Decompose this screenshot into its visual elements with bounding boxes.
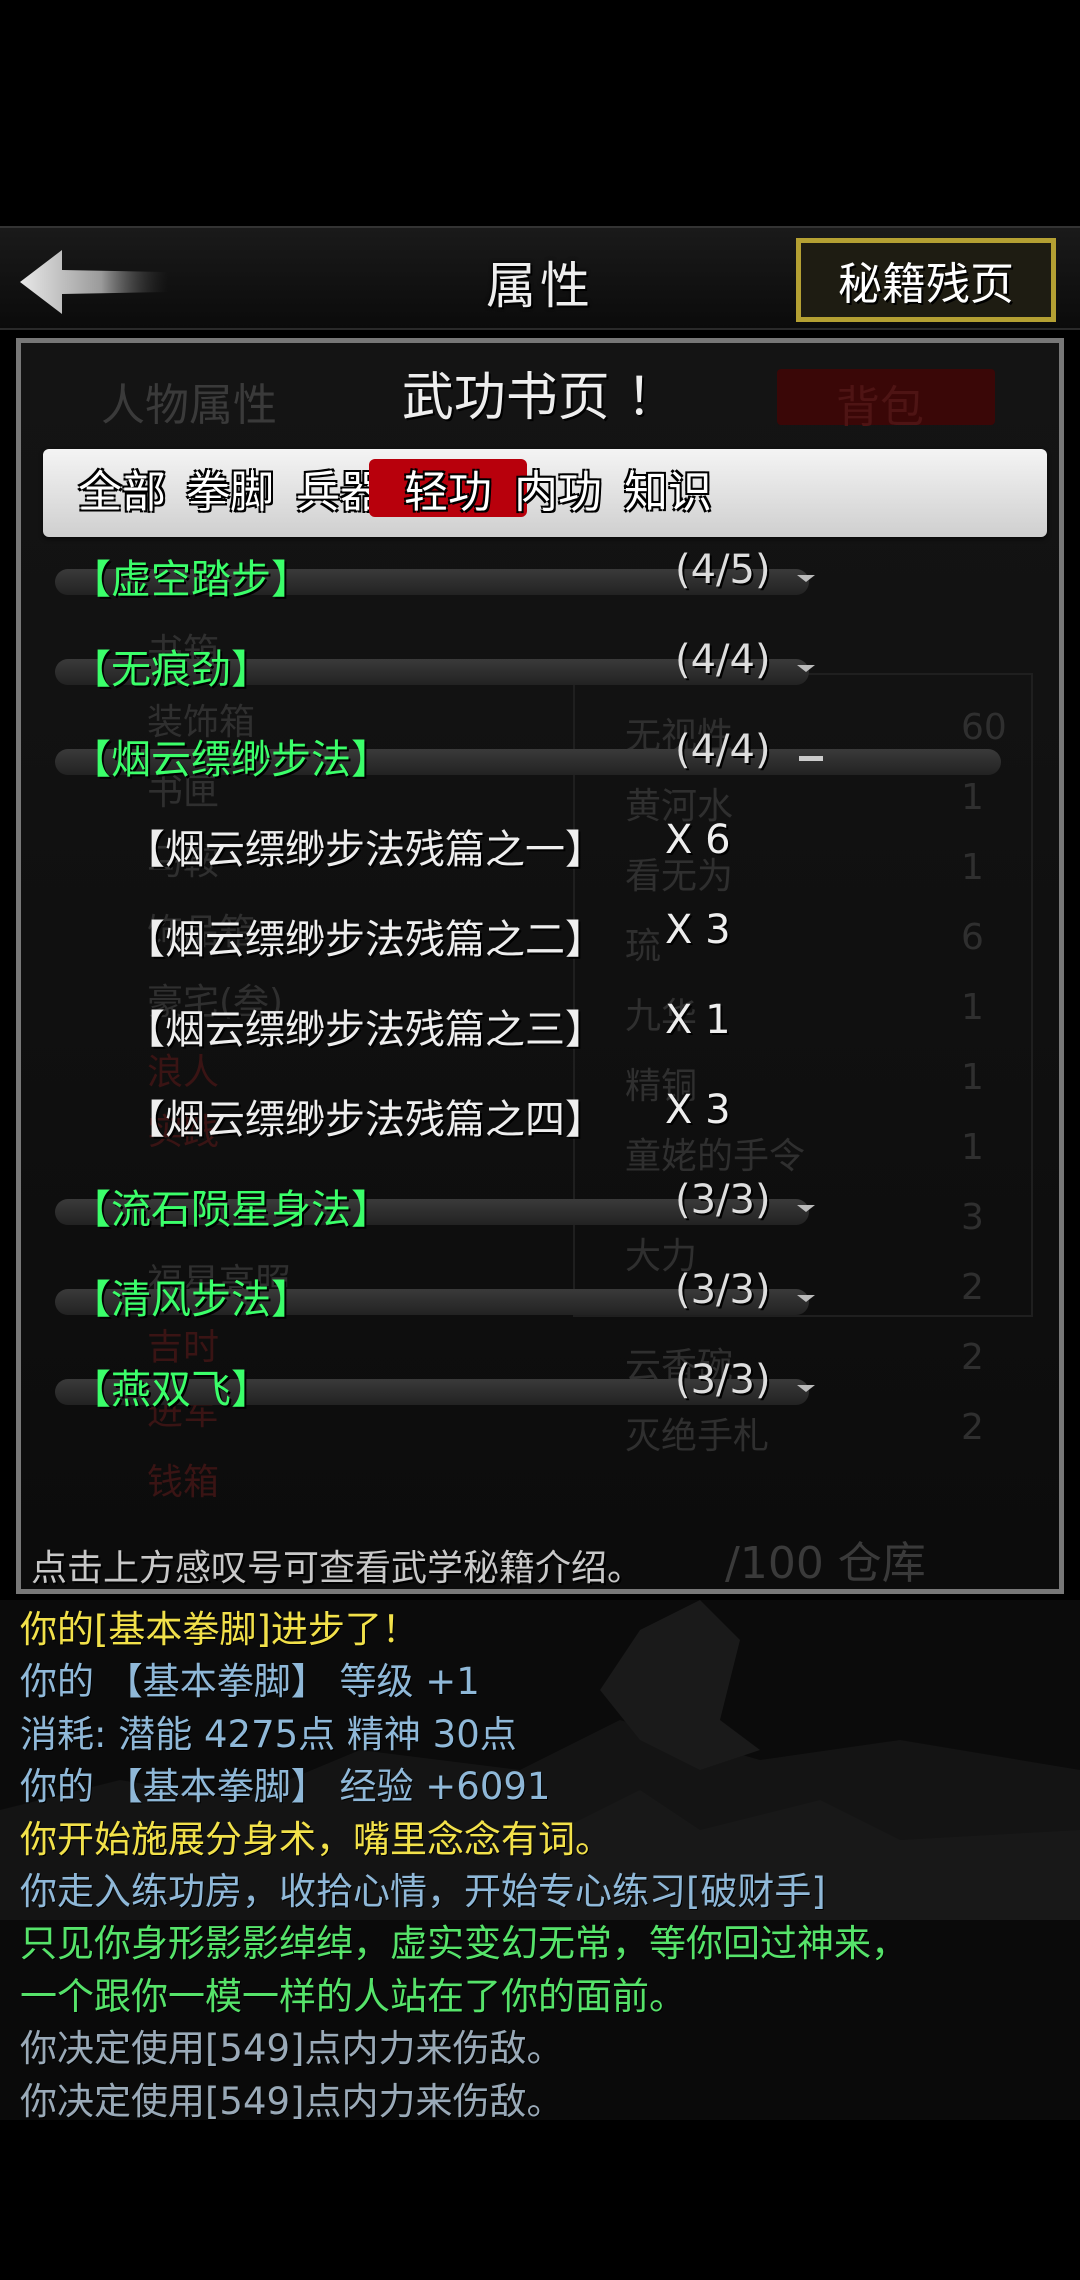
bg-right-item: 童姥的手令 — [625, 1136, 806, 1177]
skill-row[interactable]: 【燕双飞】 (3/3) — [55, 1357, 1055, 1417]
bg-right-count: 1 — [961, 1127, 984, 1168]
skill-name: 【虚空踏步】 — [71, 557, 311, 603]
secret-pages-button[interactable]: 秘籍残页 — [796, 238, 1056, 322]
page-item-qty: X 3 — [665, 1087, 731, 1133]
chevron-down-icon[interactable] — [795, 1291, 817, 1305]
tab-knowledge[interactable]: 知识 — [589, 459, 747, 518]
page-item: 【烟云缥缈步法残篇之二】 — [125, 907, 605, 967]
skill-name: 【清风步法】 — [71, 1277, 311, 1323]
skill-row[interactable]: 【虚空踏步】 (4/5) — [55, 547, 1055, 607]
skill-count: (4/4) — [675, 637, 771, 683]
bg-right-count: 1 — [961, 987, 984, 1028]
log-lines: 你的[基本拳脚]进步了！ 你的 【基本拳脚】 等级 +1 消耗: 潜能 4275… — [20, 1604, 908, 2120]
skill-count: (3/3) — [675, 1267, 771, 1313]
skill-row[interactable]: 【流石陨星身法】 (3/3) — [55, 1177, 1055, 1237]
panel-title: 武功书页 ！ — [21, 355, 1059, 430]
log-line: 只见你身形影影绰绰，虚实变幻无常，等你回过神来， — [20, 1922, 908, 1966]
page-item-name: 【烟云缥缈步法残篇之一】 — [125, 827, 605, 873]
skill-name: 【燕双飞】 — [71, 1367, 271, 1413]
bg-left-item: 钱箱 — [147, 1462, 220, 1503]
minus-icon[interactable] — [797, 751, 823, 765]
log-line: 你的[基本拳脚]进步了！ — [20, 1608, 419, 1651]
app-root: 属性 秘籍残页 人物属性 背包 书箱 装饰箱 书匣 马鞍 饰品箱 豪宅(叁) 浪… — [0, 0, 1080, 2280]
info-exclamation-button[interactable]: ！ — [626, 368, 678, 428]
page-item-qty: X 3 — [665, 907, 731, 953]
log-line: 你决定使用[549]点内力来伤敌。 — [20, 2079, 564, 2120]
bg-right-count: 6 — [961, 917, 984, 958]
skill-name: 【无痕劲】 — [71, 647, 271, 693]
chevron-down-icon[interactable] — [795, 1201, 817, 1215]
page-item: 【烟云缥缈步法残篇之一】 — [125, 817, 605, 877]
log-line: 消耗: 潜能 4275点 精神 30点 — [20, 1712, 517, 1756]
log-line: 一个跟你一模一样的人站在了你的面前。 — [20, 1974, 686, 2018]
bg-right-count: 1 — [961, 1057, 984, 1098]
skill-row[interactable]: 【无痕劲】 (4/4) — [55, 637, 1055, 697]
panel-title-text: 武功书页 — [401, 368, 610, 428]
chevron-down-icon[interactable] — [795, 661, 817, 675]
skill-count: (4/4) — [675, 727, 771, 773]
page-item: 【烟云缥缈步法残篇之四】 — [125, 1087, 605, 1147]
message-log: 你的[基本拳脚]进步了！ 你的 【基本拳脚】 等级 +1 消耗: 潜能 4275… — [0, 1600, 1080, 2120]
top-bar: 属性 秘籍残页 — [0, 226, 1080, 330]
bg-storage-label: /100 仓库 — [725, 1538, 926, 1589]
skill-count: (4/5) — [675, 547, 771, 593]
skill-row-expanded[interactable]: 【烟云缥缈步法】 (4/4) — [55, 727, 1055, 787]
chevron-down-icon[interactable] — [795, 571, 817, 585]
skill-count: (3/3) — [675, 1177, 771, 1223]
martial-pages-panel: 人物属性 背包 书箱 装饰箱 书匣 马鞍 饰品箱 豪宅(叁) 浪人 实践 福星高… — [16, 338, 1064, 1594]
skill-row[interactable]: 【清风步法】 (3/3) — [55, 1267, 1055, 1327]
bg-right-item: 琉 — [625, 926, 662, 967]
page-item-name: 【烟云缥缈步法残篇之二】 — [125, 917, 605, 963]
category-tabs: 全部 拳脚 兵器 轻功 内功 知识 — [43, 449, 1047, 537]
skill-name: 【烟云缥缈步法】 — [71, 737, 391, 783]
page-item: 【烟云缥缈步法残篇之三】 — [125, 997, 605, 1057]
log-line: 你走入练功房，收拾心情，开始专心练习[破财手] — [20, 1869, 826, 1913]
skill-name: 【流石陨星身法】 — [71, 1187, 391, 1233]
hint-text: 点击上方感叹号可查看武学秘籍介绍。 — [31, 1548, 644, 1589]
log-line: 你决定使用[549]点内力来伤敌。 — [20, 2027, 564, 2071]
page-item-name: 【烟云缥缈步法残篇之四】 — [125, 1097, 605, 1143]
page-item-qty: X 1 — [665, 997, 731, 1043]
log-line: 你的 【基本拳脚】 等级 +1 — [20, 1660, 480, 1704]
bg-right-count: 1 — [961, 847, 984, 888]
page-item-qty: X 6 — [665, 817, 731, 863]
page-item-name: 【烟云缥缈步法残篇之三】 — [125, 1007, 605, 1053]
log-line: 你开始施展分身术，嘴里念念有词。 — [20, 1817, 612, 1861]
chevron-down-icon[interactable] — [795, 1381, 817, 1395]
skill-count: (3/3) — [675, 1357, 771, 1403]
log-line: 你的 【基本拳脚】 经验 +6091 — [20, 1765, 551, 1809]
